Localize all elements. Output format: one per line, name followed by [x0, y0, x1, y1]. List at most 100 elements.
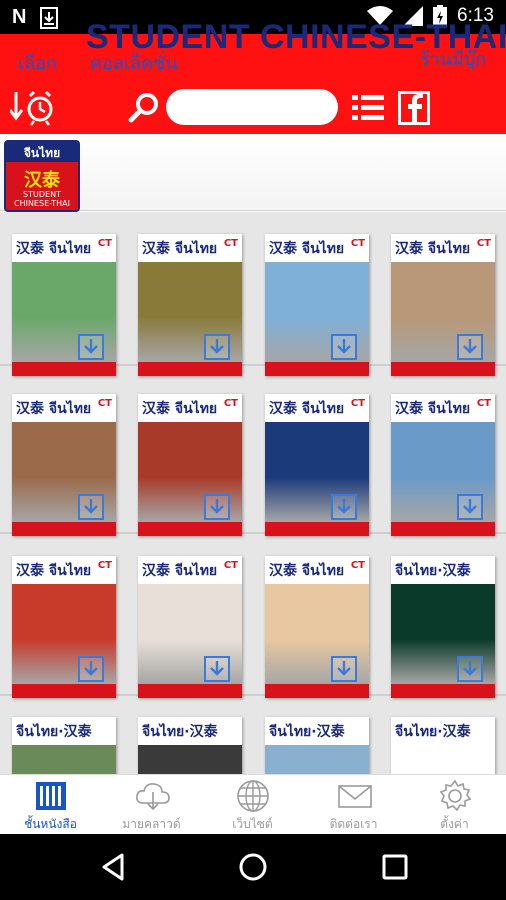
cover-image	[12, 745, 116, 774]
cover-masthead: จีนไทย·汉泰	[395, 724, 471, 740]
globe-icon	[237, 780, 269, 812]
tab-bookshelf[interactable]: ชั้นหนังสือ	[0, 775, 101, 835]
cover-masthead: 汉泰 จีนไทย	[395, 241, 471, 257]
cover-ct-badge: CT	[350, 560, 365, 571]
cover-footer	[265, 684, 369, 698]
download-icon[interactable]	[204, 494, 230, 520]
cloud-icon	[136, 783, 170, 811]
search-input[interactable]	[166, 89, 338, 125]
cover-footer	[391, 362, 495, 376]
tab-label: ติดต่อเรา	[329, 817, 378, 831]
cover-footer	[391, 684, 495, 698]
cover-masthead: 汉泰 จีนไทย	[269, 563, 345, 579]
logo-thai-text: จีนไทย	[23, 146, 61, 160]
tab-settings[interactable]: ตั้งค่า	[404, 775, 505, 835]
tab-bar: ชั้นหนังสือ มายคลาวด์ เว็บไซต์ ติดต่อเรา…	[0, 774, 506, 835]
cover-ct-badge: CT	[97, 398, 112, 409]
cover-footer	[138, 362, 242, 376]
logo-subtitle: STUDENT CHINESE-THAI	[13, 190, 71, 208]
magazine-cover[interactable]: 汉泰 จีนไทย CT	[12, 394, 116, 536]
cover-masthead: จีนไทย·汉泰	[142, 724, 218, 740]
cover-ct-badge: CT	[97, 238, 112, 249]
bookshelf-icon	[36, 782, 66, 810]
magazine-cover[interactable]: 汉泰 จีนไทย CT	[265, 556, 369, 698]
download-icon	[40, 6, 59, 29]
download-icon[interactable]	[204, 334, 230, 360]
banner-title: STUDENT CHINESE-THAI	[86, 18, 506, 56]
magazine-cover[interactable]: 汉泰 จีนไทย CT	[138, 556, 242, 698]
cover-ct-badge: CT	[350, 398, 365, 409]
bookshelf: 汉泰 จีนไทย CT 汉泰 จีนไทย CT 汉泰 จีนไทย CT 汉泰 จีนไ…	[0, 212, 506, 774]
download-alarm-icon[interactable]	[10, 88, 56, 126]
cover-masthead: 汉泰 จีนไทย	[142, 401, 218, 417]
cover-footer	[12, 684, 116, 698]
cover-masthead: 汉泰 จีนไทย	[142, 241, 218, 257]
download-icon[interactable]	[457, 656, 483, 682]
cover-footer	[138, 522, 242, 536]
tab-label: เว็บไซต์	[232, 817, 273, 831]
list-icon[interactable]	[352, 93, 384, 123]
cover-masthead: 汉泰 จีนไทย	[16, 241, 92, 257]
cover-masthead: 汉泰 จีนไทย	[16, 401, 92, 417]
download-icon[interactable]	[331, 334, 357, 360]
cover-masthead: 汉泰 จีนไทย	[395, 401, 471, 417]
cover-ct-badge: CT	[97, 560, 112, 571]
cover-ct-badge: CT	[476, 238, 491, 249]
cover-masthead: 汉泰 จีนไทย	[142, 563, 218, 579]
cover-image	[138, 745, 242, 774]
download-icon[interactable]	[204, 656, 230, 682]
magazine-cover[interactable]: 汉泰 จีนไทย CT	[138, 234, 242, 376]
cover-masthead: จีนไทย·汉泰	[16, 724, 92, 740]
tab-label: ตั้งค่า	[440, 817, 469, 831]
mail-icon	[338, 785, 372, 808]
download-icon[interactable]	[78, 656, 104, 682]
home-icon[interactable]	[238, 852, 268, 882]
tab-mycloud[interactable]: มายคลาวด์	[101, 775, 202, 835]
magazine-cover[interactable]: 汉泰 จีนไทย CT	[12, 556, 116, 698]
download-icon[interactable]	[331, 656, 357, 682]
download-icon[interactable]	[457, 334, 483, 360]
tab-label: ชั้นหนังสือ	[24, 817, 77, 831]
magazine-cover[interactable]: จีนไทย·汉泰	[265, 717, 369, 774]
cover-footer	[391, 522, 495, 536]
cover-image	[265, 745, 369, 774]
magazine-cover[interactable]: 汉泰 จีนไทย CT	[391, 234, 495, 376]
cover-masthead: จีนไทย·汉泰	[395, 563, 471, 579]
magazine-cover[interactable]: 汉泰 จีนไทย CT	[265, 394, 369, 536]
search-icon[interactable]	[128, 92, 160, 124]
magazine-cover[interactable]: จีนไทย·汉泰	[391, 717, 495, 774]
magazine-cover[interactable]: 汉泰 จีนไทย CT	[265, 234, 369, 376]
recents-icon[interactable]	[382, 852, 408, 882]
magazine-cover[interactable]: จีนไทย·汉泰	[12, 717, 116, 774]
cover-masthead: 汉泰 จีนไทย	[16, 563, 92, 579]
cover-ct-badge: CT	[223, 398, 238, 409]
select-menu[interactable]: เลือก	[18, 48, 57, 77]
cover-footer	[138, 684, 242, 698]
download-icon[interactable]	[78, 494, 104, 520]
magazine-cover[interactable]: 汉泰 จีนไทย CT	[138, 394, 242, 536]
n-icon: N	[12, 6, 27, 28]
cover-footer	[12, 362, 116, 376]
gear-icon	[439, 779, 472, 812]
back-icon[interactable]	[100, 852, 126, 882]
magazine-cover[interactable]: จีนไทย·汉泰	[391, 556, 495, 698]
download-icon[interactable]	[78, 334, 104, 360]
cover-ct-badge: CT	[223, 560, 238, 571]
cover-footer	[265, 522, 369, 536]
facebook-icon[interactable]	[398, 91, 430, 125]
magazine-cover[interactable]: 汉泰 จีนไทย CT	[391, 394, 495, 536]
magazine-cover[interactable]: จีนไทย·汉泰	[138, 717, 242, 774]
cover-footer	[12, 522, 116, 536]
download-icon[interactable]	[457, 494, 483, 520]
download-icon[interactable]	[331, 494, 357, 520]
cover-ct-badge: CT	[350, 238, 365, 249]
cover-image	[391, 745, 495, 774]
tab-contact[interactable]: ติดต่อเรา	[303, 775, 404, 835]
cover-masthead: จีนไทย·汉泰	[269, 724, 345, 740]
cover-ct-badge: CT	[223, 238, 238, 249]
magazine-cover[interactable]: 汉泰 จีนไทย CT	[12, 234, 116, 376]
system-nav-bar	[0, 834, 506, 900]
cover-footer	[265, 362, 369, 376]
cover-masthead: 汉泰 จีนไทย	[269, 401, 345, 417]
tab-website[interactable]: เว็บไซต์	[202, 775, 303, 835]
